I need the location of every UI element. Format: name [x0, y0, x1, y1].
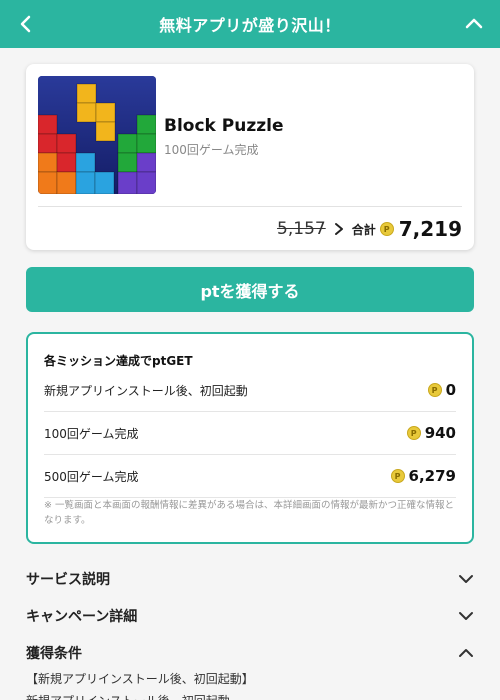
app-card: Block Puzzle 100回ゲーム完成 5,157 合計 P 7,219 [26, 64, 474, 250]
accordion-service-description[interactable]: サービス説明 [26, 564, 474, 594]
mission-label: 100回ゲーム完成 [44, 426, 139, 441]
mission-row: 100回ゲーム完成 P 940 [44, 412, 456, 455]
app-thumbnail [38, 76, 156, 194]
mission-label: 500回ゲーム完成 [44, 469, 139, 484]
missions-title: 各ミッション達成でptGET [44, 354, 193, 368]
accordion-label: 獲得条件 [26, 646, 82, 662]
app-name: Block Puzzle [164, 116, 284, 136]
condition-description: 新規アプリインストール後、初回起動 [26, 692, 230, 700]
chevron-up-icon [465, 18, 483, 29]
chevron-right-icon [334, 222, 344, 236]
chevron-left-icon [20, 15, 31, 33]
chevron-up-icon [458, 648, 474, 658]
mission-points: P 6,279 [390, 467, 456, 485]
header-title: 無料アプリが盛り沢山！ [159, 16, 341, 35]
accordion-label: キャンペーン詳細 [26, 609, 138, 625]
mission-points: P0 [427, 381, 456, 399]
collapse-button[interactable] [462, 12, 486, 36]
old-points: 5,157 [277, 219, 326, 239]
card-divider [38, 206, 462, 207]
chevron-down-icon [458, 574, 474, 584]
total-label: 合計 [351, 222, 376, 237]
points-summary: 5,157 合計 P 7,219 [277, 214, 462, 244]
get-points-button[interactable]: ptを獲得する [26, 267, 474, 312]
missions-panel: 各ミッション達成でptGET 新規アプリインストール後、初回起動 P0 100回… [26, 332, 474, 544]
point-coin-icon: P [379, 222, 394, 236]
total-points: 7,219 [398, 217, 462, 241]
app-subtitle: 100回ゲーム完成 [164, 143, 259, 157]
accordion-label: サービス説明 [26, 572, 110, 588]
chevron-down-icon [458, 611, 474, 621]
mission-row: 500回ゲーム完成 P 6,279 [44, 455, 456, 498]
mission-points: P 940 [406, 424, 456, 442]
reward-note: ※ 一覧画面と本画面の報酬情報に差異がある場合は、本詳細画面の情報が最新かつ正確… [44, 500, 454, 526]
mission-row: 新規アプリインストール後、初回起動 P0 [44, 369, 456, 412]
top-header: 無料アプリが盛り沢山！ [0, 0, 500, 48]
mission-label: 新規アプリインストール後、初回起動 [44, 383, 248, 398]
accordion-acquisition-conditions[interactable]: 獲得条件 [26, 638, 474, 668]
point-coin-icon: P [406, 426, 421, 440]
point-coin-icon: P [390, 469, 405, 483]
back-button[interactable] [14, 12, 38, 36]
accordion-campaign-details[interactable]: キャンペーン詳細 [26, 601, 474, 631]
point-coin-icon: P [427, 383, 442, 397]
condition-heading: 【新規アプリインストール後、初回起動】 [26, 672, 254, 686]
